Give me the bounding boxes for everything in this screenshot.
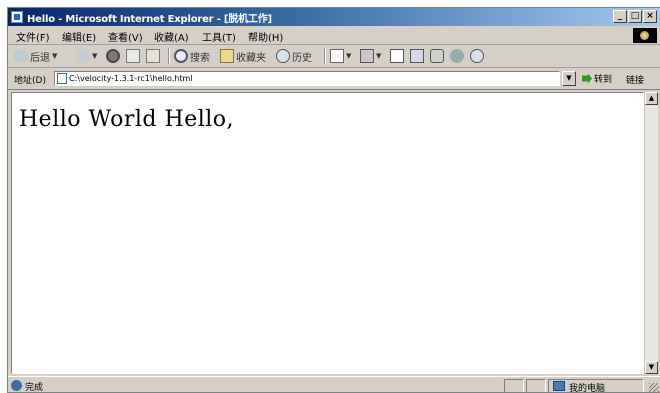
back-arrow-icon [14, 49, 28, 63]
favorites-icon [220, 49, 234, 63]
discuss-button[interactable] [410, 48, 424, 64]
menu-bar: 文件(F) 编辑(E) 查看(V) 收藏(A) 工具(T) 帮助(H) [8, 26, 660, 45]
msn-button[interactable] [430, 48, 444, 64]
status-text: 完成 [25, 383, 44, 393]
minimize-button[interactable]: _ [613, 10, 627, 23]
scroll-up-button[interactable]: ▲ [645, 92, 658, 105]
my-computer-icon [553, 381, 565, 391]
title-bar: Hello - Microsoft Internet Explorer - [脱… [8, 8, 660, 26]
security-zone: 我的电脑 [548, 379, 644, 393]
address-bar: 地址(D) C:\velocity-1.3.1-rc1\hello.html ▼… [8, 68, 660, 90]
browser-window: Hello - Microsoft Internet Explorer - [脱… [7, 7, 660, 393]
forward-arrow-icon [76, 49, 90, 63]
address-value: C:\velocity-1.3.1-rc1\hello.html [69, 74, 193, 83]
refresh-icon [126, 49, 140, 63]
stop-button[interactable] [106, 48, 120, 64]
history-label: 历史 [292, 52, 312, 64]
menu-favorites[interactable]: 收藏(A) [154, 29, 189, 44]
resize-grip-icon[interactable] [649, 383, 659, 392]
ie-app-icon [11, 11, 23, 23]
messenger-icon [450, 49, 464, 63]
favorites-button[interactable]: 收藏夹 [220, 48, 266, 64]
history-icon [276, 49, 290, 63]
address-input[interactable]: C:\velocity-1.3.1-rc1\hello.html [54, 71, 560, 86]
menu-file[interactable]: 文件(F) [16, 29, 50, 44]
print-button[interactable]: ▼ [360, 48, 381, 64]
address-label: 地址(D) [14, 76, 46, 86]
status-pane [504, 379, 524, 392]
back-label: 后退 [30, 52, 50, 64]
forward-dropdown-icon: ▼ [92, 52, 98, 60]
print-dropdown-icon: ▼ [376, 52, 382, 60]
messenger-button[interactable] [450, 48, 464, 64]
toolbar-separator [324, 48, 326, 64]
close-button[interactable]: × [643, 10, 657, 23]
mail-button[interactable]: ▼ [330, 48, 351, 64]
refresh-button[interactable] [126, 48, 140, 64]
search-label: 搜索 [190, 52, 210, 64]
menu-view[interactable]: 查看(V) [108, 29, 143, 44]
back-button[interactable]: 后退 ▼ [14, 48, 57, 64]
go-label: 转到 [594, 75, 613, 85]
edit-icon [390, 49, 404, 63]
home-icon [146, 49, 160, 63]
history-button[interactable]: 历史 [276, 48, 312, 64]
windows-logo-icon [633, 28, 657, 43]
status-page-icon [11, 380, 22, 391]
window-title: Hello - Microsoft Internet Explorer - [脱… [27, 14, 272, 25]
related-button[interactable] [470, 48, 484, 64]
search-button[interactable]: 搜索 [174, 48, 210, 64]
window-controls: _ □ × [613, 10, 657, 23]
scroll-down-button[interactable]: ▼ [645, 361, 658, 374]
search-icon [174, 49, 188, 63]
zone-label: 我的电脑 [569, 384, 606, 393]
status-pane [526, 379, 546, 392]
toolbar-separator [168, 48, 170, 64]
page-text: Hello World Hello, [19, 107, 235, 132]
favorites-label: 收藏夹 [236, 52, 266, 64]
links-button[interactable]: 链接 [626, 73, 644, 86]
menu-tools[interactable]: 工具(T) [202, 29, 236, 44]
mail-dropdown-icon: ▼ [346, 52, 352, 60]
msn-icon [430, 49, 444, 63]
status-bar: 完成 我的电脑 [8, 376, 660, 393]
stop-icon [106, 49, 120, 63]
go-arrow-icon [582, 73, 592, 84]
address-dropdown-button[interactable]: ▼ [562, 71, 576, 86]
page-icon [57, 73, 67, 84]
standard-toolbar: 后退 ▼ ▼ 搜索 收藏夹 历史 ▼ ▼ [8, 45, 660, 68]
go-button[interactable]: 转到 [582, 71, 612, 86]
vertical-scrollbar[interactable]: ▲ ▼ [644, 92, 658, 374]
back-dropdown-icon: ▼ [52, 52, 58, 60]
forward-button[interactable]: ▼ [76, 48, 97, 64]
menu-edit[interactable]: 编辑(E) [62, 29, 96, 44]
page-content: Hello World Hello, [11, 92, 644, 374]
edit-button[interactable] [390, 48, 404, 64]
print-icon [360, 49, 374, 63]
menu-help[interactable]: 帮助(H) [248, 29, 283, 44]
discuss-icon [410, 49, 424, 63]
mail-icon [330, 49, 344, 63]
maximize-button[interactable]: □ [628, 10, 642, 23]
home-button[interactable] [146, 48, 160, 64]
related-icon [470, 49, 484, 63]
